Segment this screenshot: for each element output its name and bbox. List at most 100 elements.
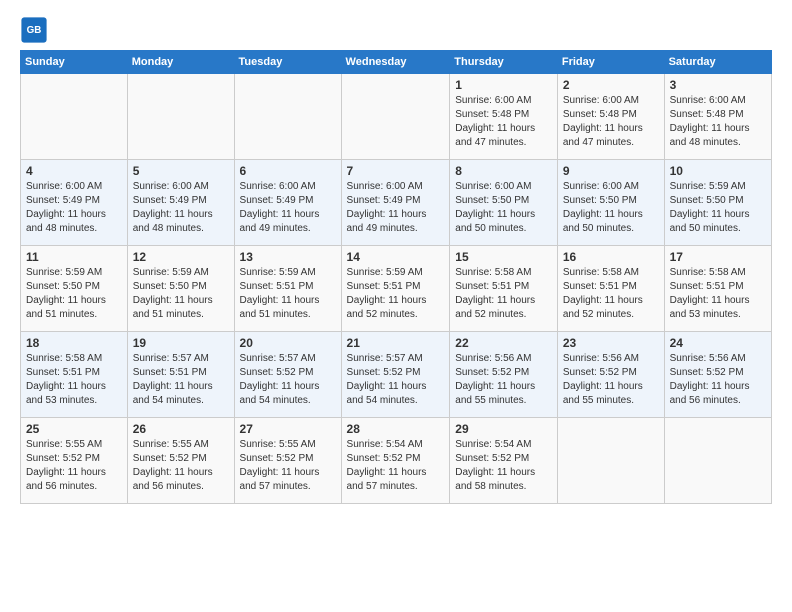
day-detail: Sunrise: 6:00 AM Sunset: 5:50 PM Dayligh… bbox=[455, 180, 552, 236]
logo-icon: GB bbox=[20, 16, 48, 44]
calendar-cell: 11 Sunrise: 5:59 AM Sunset: 5:50 PM Dayli… bbox=[21, 246, 128, 332]
day-detail: Sunrise: 5:57 AM Sunset: 5:52 PM Dayligh… bbox=[240, 352, 336, 408]
day-detail: Sunrise: 6:00 AM Sunset: 5:48 PM Dayligh… bbox=[670, 94, 766, 150]
day-number: 20 bbox=[240, 336, 336, 350]
calendar-cell: 29 Sunrise: 5:54 AM Sunset: 5:52 PM Dayli… bbox=[450, 418, 558, 504]
calendar-cell: 19 Sunrise: 5:57 AM Sunset: 5:51 PM Dayli… bbox=[127, 332, 234, 418]
day-detail: Sunrise: 5:55 AM Sunset: 5:52 PM Dayligh… bbox=[26, 438, 122, 494]
day-detail: Sunrise: 6:00 AM Sunset: 5:48 PM Dayligh… bbox=[563, 94, 659, 150]
day-number: 19 bbox=[133, 336, 229, 350]
calendar-cell: 28 Sunrise: 5:54 AM Sunset: 5:52 PM Dayli… bbox=[341, 418, 450, 504]
day-detail: Sunrise: 6:00 AM Sunset: 5:49 PM Dayligh… bbox=[133, 180, 229, 236]
day-detail: Sunrise: 5:54 AM Sunset: 5:52 PM Dayligh… bbox=[347, 438, 445, 494]
calendar-cell: 9Sunrise: 6:00 AM Sunset: 5:50 PM Daylig… bbox=[557, 160, 664, 246]
day-number: 21 bbox=[347, 336, 445, 350]
day-number: 26 bbox=[133, 422, 229, 436]
day-detail: Sunrise: 5:59 AM Sunset: 5:51 PM Dayligh… bbox=[240, 266, 336, 322]
day-number: 13 bbox=[240, 250, 336, 264]
day-detail: Sunrise: 5:59 AM Sunset: 5:50 PM Dayligh… bbox=[26, 266, 122, 322]
calendar-cell: 1Sunrise: 6:00 AM Sunset: 5:48 PM Daylig… bbox=[450, 74, 558, 160]
day-number: 3 bbox=[670, 78, 766, 92]
day-number: 22 bbox=[455, 336, 552, 350]
calendar-week-row: 1 Sunrise: 6:00 AM Sunset: 5:48 PM Daylig… bbox=[21, 74, 772, 160]
day-header-monday: Monday bbox=[127, 51, 234, 74]
day-detail: Sunrise: 5:54 AM Sunset: 5:52 PM Dayligh… bbox=[455, 438, 552, 494]
calendar-cell bbox=[234, 74, 341, 160]
day-detail: Sunrise: 5:58 AM Sunset: 5:51 PM Dayligh… bbox=[455, 266, 552, 322]
calendar-cell: 8 Sunrise: 6:00 AM Sunset: 5:50 PM Daylig… bbox=[450, 160, 558, 246]
day-number: 7 bbox=[347, 164, 445, 178]
calendar-cell bbox=[664, 418, 771, 504]
calendar-cell: 24 Sunrise: 5:56 AM Sunset: 5:52 PM Dayli… bbox=[664, 332, 771, 418]
day-number: 10 bbox=[670, 164, 766, 178]
day-detail: Sunrise: 5:58 AM Sunset: 5:51 PM Dayligh… bbox=[670, 266, 766, 322]
day-header-sunday: Sunday bbox=[21, 51, 128, 74]
day-number: 6 bbox=[240, 164, 336, 178]
calendar-cell: 4 Sunrise: 6:00 AM Sunset: 5:49 PM Daylig… bbox=[21, 160, 128, 246]
calendar-cell: 17 Sunrise: 5:58 AM Sunset: 5:51 PM Dayli… bbox=[664, 246, 771, 332]
day-number: 28 bbox=[347, 422, 445, 436]
day-number: 2 bbox=[563, 78, 659, 92]
day-detail: Sunrise: 6:00 AM Sunset: 5:49 PM Dayligh… bbox=[26, 180, 122, 236]
svg-text:GB: GB bbox=[27, 25, 42, 36]
calendar-cell: 16Sunrise: 5:58 AM Sunset: 5:51 PM Dayli… bbox=[557, 246, 664, 332]
calendar-cell: 25 Sunrise: 5:55 AM Sunset: 5:52 PM Dayli… bbox=[21, 418, 128, 504]
day-detail: Sunrise: 6:00 AM Sunset: 5:50 PM Dayligh… bbox=[563, 180, 659, 236]
day-detail: Sunrise: 5:56 AM Sunset: 5:52 PM Dayligh… bbox=[670, 352, 766, 408]
calendar-cell: 10 Sunrise: 5:59 AM Sunset: 5:50 PM Dayli… bbox=[664, 160, 771, 246]
day-detail: Sunrise: 5:56 AM Sunset: 5:52 PM Dayligh… bbox=[455, 352, 552, 408]
day-number: 14 bbox=[347, 250, 445, 264]
calendar-week-row: 11 Sunrise: 5:59 AM Sunset: 5:50 PM Dayli… bbox=[21, 246, 772, 332]
day-number: 5 bbox=[133, 164, 229, 178]
day-number: 8 bbox=[455, 164, 552, 178]
day-detail: Sunrise: 5:56 AM Sunset: 5:52 PM Dayligh… bbox=[563, 352, 659, 408]
day-detail: Sunrise: 6:00 AM Sunset: 5:49 PM Dayligh… bbox=[240, 180, 336, 236]
calendar-cell: 26 Sunrise: 5:55 AM Sunset: 5:52 PM Dayli… bbox=[127, 418, 234, 504]
day-number: 12 bbox=[133, 250, 229, 264]
calendar-cell: 23Sunrise: 5:56 AM Sunset: 5:52 PM Dayli… bbox=[557, 332, 664, 418]
day-header-tuesday: Tuesday bbox=[234, 51, 341, 74]
day-number: 1 bbox=[455, 78, 552, 92]
day-detail: Sunrise: 5:58 AM Sunset: 5:51 PM Dayligh… bbox=[563, 266, 659, 322]
day-detail: Sunrise: 5:58 AM Sunset: 5:51 PM Dayligh… bbox=[26, 352, 122, 408]
calendar-cell: 15 Sunrise: 5:58 AM Sunset: 5:51 PM Dayli… bbox=[450, 246, 558, 332]
day-number: 11 bbox=[26, 250, 122, 264]
calendar-cell: 18Sunrise: 5:58 AM Sunset: 5:51 PM Dayli… bbox=[21, 332, 128, 418]
calendar-header-row: SundayMondayTuesdayWednesdayThursdayFrid… bbox=[21, 51, 772, 74]
calendar-week-row: 25 Sunrise: 5:55 AM Sunset: 5:52 PM Dayli… bbox=[21, 418, 772, 504]
calendar-cell bbox=[557, 418, 664, 504]
calendar-cell: 13 Sunrise: 5:59 AM Sunset: 5:51 PM Dayli… bbox=[234, 246, 341, 332]
header: GB bbox=[20, 16, 772, 44]
day-detail: Sunrise: 5:55 AM Sunset: 5:52 PM Dayligh… bbox=[133, 438, 229, 494]
day-header-friday: Friday bbox=[557, 51, 664, 74]
day-number: 17 bbox=[670, 250, 766, 264]
day-number: 25 bbox=[26, 422, 122, 436]
calendar-cell: 20 Sunrise: 5:57 AM Sunset: 5:52 PM Dayli… bbox=[234, 332, 341, 418]
calendar-cell: 3 Sunrise: 6:00 AM Sunset: 5:48 PM Daylig… bbox=[664, 74, 771, 160]
day-number: 15 bbox=[455, 250, 552, 264]
calendar-cell: 5 Sunrise: 6:00 AM Sunset: 5:49 PM Daylig… bbox=[127, 160, 234, 246]
day-detail: Sunrise: 5:57 AM Sunset: 5:52 PM Dayligh… bbox=[347, 352, 445, 408]
day-detail: Sunrise: 5:59 AM Sunset: 5:50 PM Dayligh… bbox=[133, 266, 229, 322]
day-detail: Sunrise: 5:59 AM Sunset: 5:50 PM Dayligh… bbox=[670, 180, 766, 236]
calendar-cell bbox=[21, 74, 128, 160]
calendar-cell: 6 Sunrise: 6:00 AM Sunset: 5:49 PM Daylig… bbox=[234, 160, 341, 246]
day-detail: Sunrise: 6:00 AM Sunset: 5:49 PM Dayligh… bbox=[347, 180, 445, 236]
day-number: 24 bbox=[670, 336, 766, 350]
calendar-table: SundayMondayTuesdayWednesdayThursdayFrid… bbox=[20, 50, 772, 504]
calendar-cell bbox=[341, 74, 450, 160]
day-detail: Sunrise: 5:59 AM Sunset: 5:51 PM Dayligh… bbox=[347, 266, 445, 322]
day-number: 4 bbox=[26, 164, 122, 178]
calendar-cell: 27Sunrise: 5:55 AM Sunset: 5:52 PM Dayli… bbox=[234, 418, 341, 504]
day-header-saturday: Saturday bbox=[664, 51, 771, 74]
day-number: 27 bbox=[240, 422, 336, 436]
calendar-cell: 14 Sunrise: 5:59 AM Sunset: 5:51 PM Dayli… bbox=[341, 246, 450, 332]
calendar-cell: 21 Sunrise: 5:57 AM Sunset: 5:52 PM Dayli… bbox=[341, 332, 450, 418]
calendar-week-row: 4 Sunrise: 6:00 AM Sunset: 5:49 PM Daylig… bbox=[21, 160, 772, 246]
day-detail: Sunrise: 5:57 AM Sunset: 5:51 PM Dayligh… bbox=[133, 352, 229, 408]
calendar-cell: 12 Sunrise: 5:59 AM Sunset: 5:50 PM Dayli… bbox=[127, 246, 234, 332]
day-header-thursday: Thursday bbox=[450, 51, 558, 74]
day-header-wednesday: Wednesday bbox=[341, 51, 450, 74]
day-number: 29 bbox=[455, 422, 552, 436]
calendar-week-row: 18Sunrise: 5:58 AM Sunset: 5:51 PM Dayli… bbox=[21, 332, 772, 418]
